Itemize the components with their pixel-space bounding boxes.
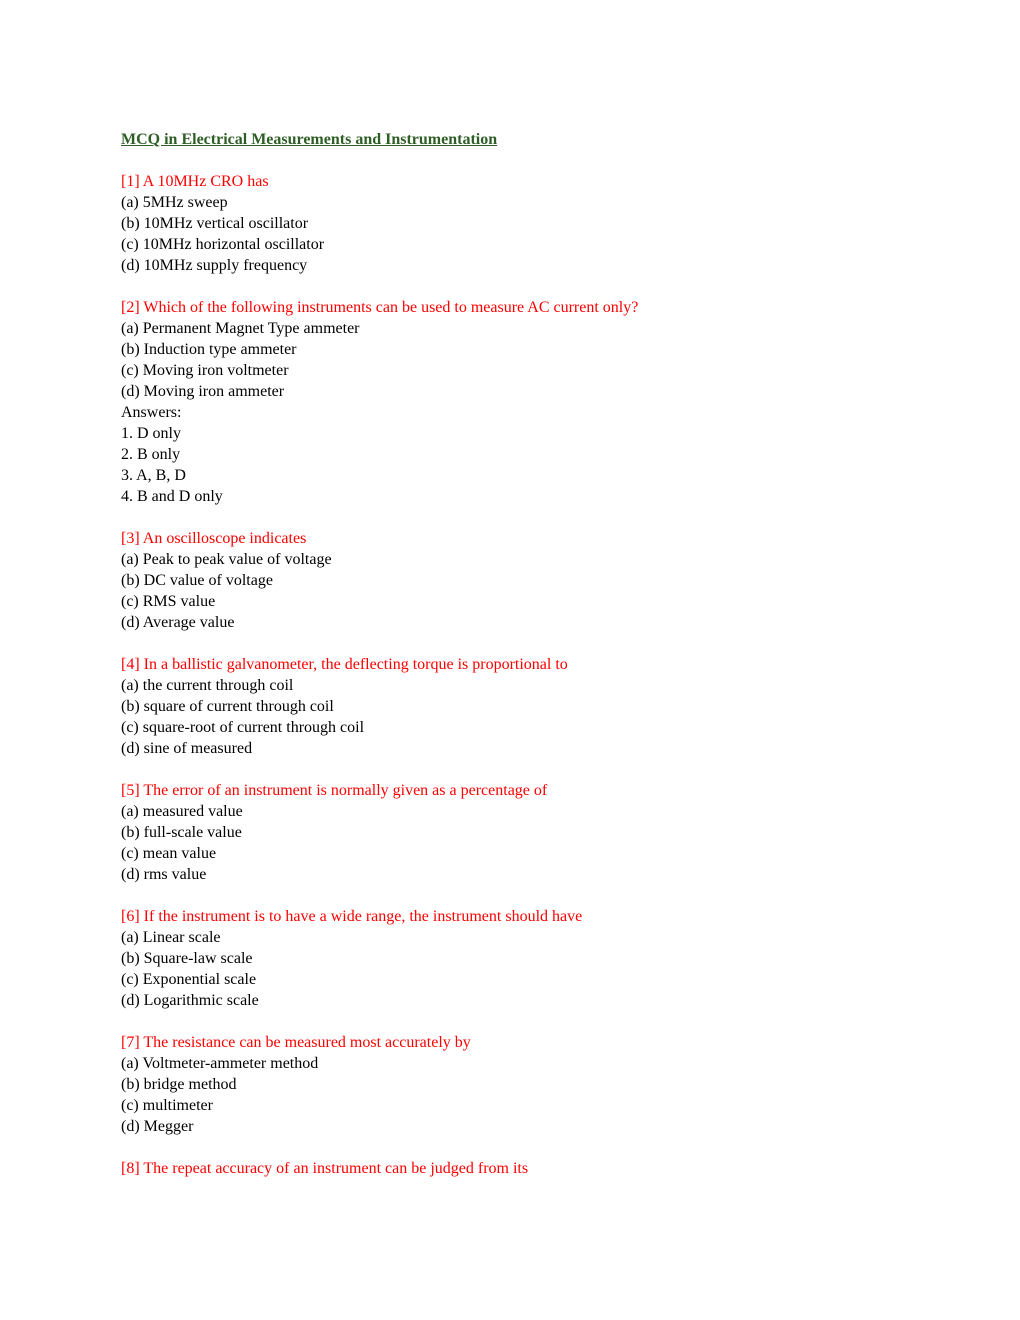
document-page: MCQ in Electrical Measurements and Instr…: [121, 129, 1001, 1200]
question-3: [3] An oscilloscope indicates (a) Peak t…: [121, 528, 1001, 633]
option-a: (a) 5MHz sweep: [121, 194, 228, 211]
option-a: (a) Linear scale: [121, 929, 221, 946]
question-6: [6] If the instrument is to have a wide …: [121, 906, 1001, 1011]
question-text: [6] If the instrument is to have a wide …: [121, 908, 583, 925]
question-2: [2] Which of the following instruments c…: [121, 297, 1001, 507]
question-text: [2] Which of the following instruments c…: [121, 299, 639, 316]
option-b: (b) 10MHz vertical oscillator: [121, 215, 309, 232]
option-d: (d) Average value: [121, 614, 235, 631]
answer-choice-4: 4. B and D only: [121, 488, 223, 505]
question-5: [5] The error of an instrument is normal…: [121, 780, 1001, 885]
option-c: (c) Moving iron voltmeter: [121, 362, 289, 379]
option-d: (d) Moving iron ammeter: [121, 383, 285, 400]
answer-choice-2: 2. B only: [121, 446, 181, 463]
option-c: (c) mean value: [121, 845, 217, 862]
option-c: (c) Exponential scale: [121, 971, 257, 988]
option-a: (a) Peak to peak value of voltage: [121, 551, 332, 568]
question-text: [1] A 10MHz CRO has: [121, 173, 269, 190]
answer-choice-1: 1. D only: [121, 425, 181, 442]
question-7: [7] The resistance can be measured most …: [121, 1032, 1001, 1137]
option-d: (d) Megger: [121, 1118, 194, 1135]
option-c: (c) 10MHz horizontal oscillator: [121, 236, 325, 253]
question-text: [8] The repeat accuracy of an instrument…: [121, 1160, 529, 1177]
option-b: (b) Induction type ammeter: [121, 341, 297, 358]
option-d: (d) Logarithmic scale: [121, 992, 259, 1009]
option-a: (a) the current through coil: [121, 677, 294, 694]
option-c: (c) multimeter: [121, 1097, 213, 1114]
question-text: [5] The error of an instrument is normal…: [121, 782, 548, 799]
option-c: (c) RMS value: [121, 593, 216, 610]
question-text: [7] The resistance can be measured most …: [121, 1034, 471, 1051]
question-4: [4] In a ballistic galvanometer, the def…: [121, 654, 1001, 759]
option-b: (b) full-scale value: [121, 824, 242, 841]
option-b: (b) Square-law scale: [121, 950, 253, 967]
question-8: [8] The repeat accuracy of an instrument…: [121, 1158, 1001, 1179]
option-d: (d) 10MHz supply frequency: [121, 257, 308, 274]
document-title: MCQ in Electrical Measurements and Instr…: [121, 131, 498, 148]
option-d: (d) rms value: [121, 866, 207, 883]
option-b: (b) square of current through coil: [121, 698, 334, 715]
option-a: (a) measured value: [121, 803, 243, 820]
answer-choice-3: 3. A, B, D: [121, 467, 186, 484]
question-1: [1] A 10MHz CRO has (a) 5MHz sweep (b) 1…: [121, 171, 1001, 276]
option-b: (b) DC value of voltage: [121, 572, 273, 589]
option-a: (a) Permanent Magnet Type ammeter: [121, 320, 360, 337]
question-text: [3] An oscilloscope indicates: [121, 530, 307, 547]
question-text: [4] In a ballistic galvanometer, the def…: [121, 656, 568, 673]
option-c: (c) square-root of current through coil: [121, 719, 365, 736]
option-a: (a) Voltmeter-ammeter method: [121, 1055, 319, 1072]
answers-label: Answers:: [121, 404, 182, 421]
option-b: (b) bridge method: [121, 1076, 237, 1093]
option-d: (d) sine of measured: [121, 740, 253, 757]
